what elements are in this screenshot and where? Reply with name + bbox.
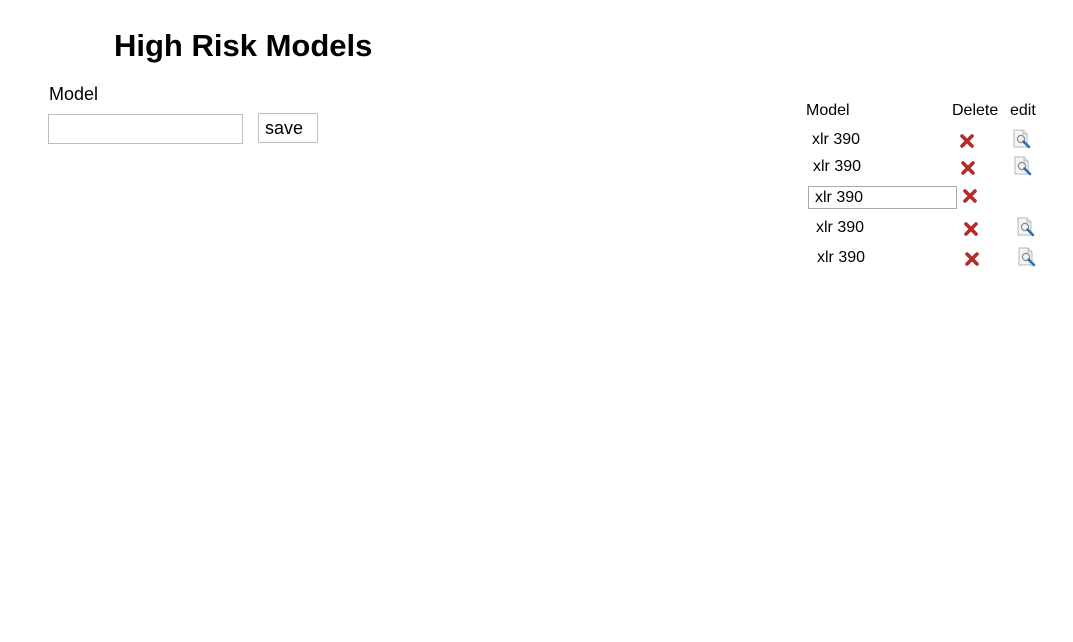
delete-icon[interactable] xyxy=(963,189,977,208)
model-field-label: Model xyxy=(49,84,99,104)
delete-icon[interactable] xyxy=(965,252,979,271)
model-edit-input[interactable] xyxy=(808,186,957,209)
edit-icon[interactable] xyxy=(1017,247,1037,272)
model-cell: xlr 390 xyxy=(812,131,861,148)
edit-icon[interactable] xyxy=(1012,129,1032,154)
delete-icon[interactable] xyxy=(964,222,978,241)
delete-icon[interactable] xyxy=(960,134,974,153)
edit-icon[interactable] xyxy=(1016,217,1036,242)
column-header-model: Model xyxy=(806,102,850,119)
page-title: High Risk Models xyxy=(114,28,373,63)
delete-icon[interactable] xyxy=(961,161,975,180)
column-header-delete: Delete xyxy=(952,102,999,119)
model-input[interactable] xyxy=(48,114,243,144)
column-header-edit: edit xyxy=(1010,102,1036,119)
model-cell: xlr 390 xyxy=(817,249,866,266)
save-button[interactable]: save xyxy=(258,113,318,143)
model-cell: xlr 390 xyxy=(813,158,862,175)
model-cell: xlr 390 xyxy=(816,219,865,236)
edit-icon[interactable] xyxy=(1013,156,1033,181)
